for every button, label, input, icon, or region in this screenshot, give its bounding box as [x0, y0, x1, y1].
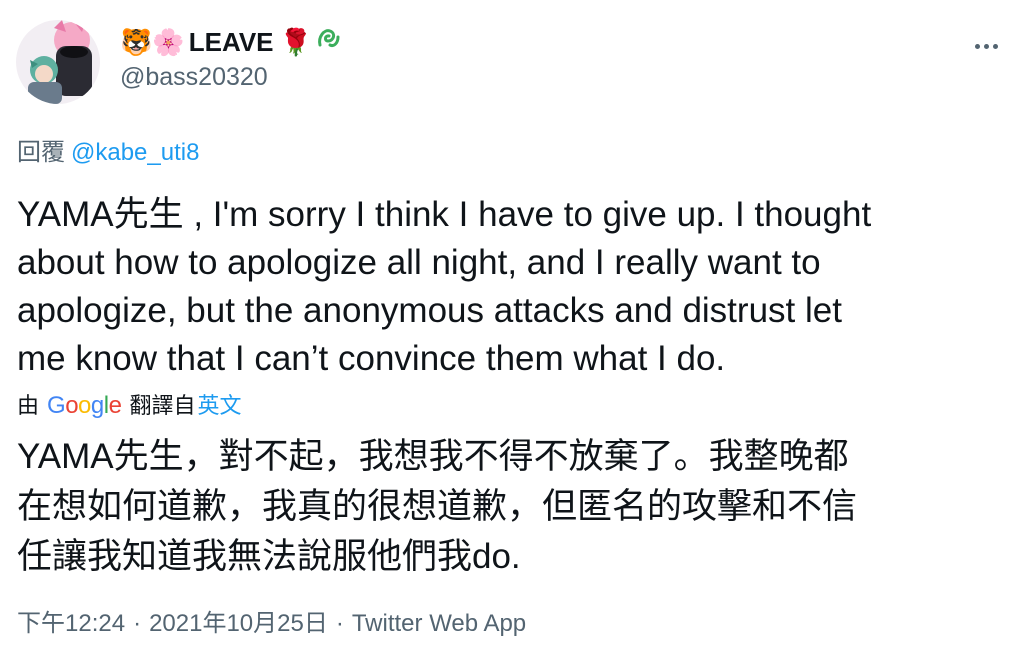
tweet-header: 🐯🌸 LEAVE 🌹 @bass20320 [16, 20, 1008, 104]
author-display-name[interactable]: 🐯🌸 LEAVE 🌹 [120, 24, 342, 60]
google-logo: Google [47, 392, 122, 419]
tweet-text: YAMA先生 , I'm sorry I think I have to giv… [17, 195, 872, 378]
tiger-flower-emoji-icon: 🐯🌸 [120, 27, 185, 57]
meta-separator: · [335, 610, 344, 637]
rose-emoji-icon: 🌹 [279, 27, 312, 57]
source-language-link[interactable]: 英文 [197, 391, 241, 421]
reply-label: 回覆 [17, 139, 65, 166]
more-dots-icon[interactable] [970, 34, 1002, 58]
green-squiggle-icon [316, 24, 342, 60]
dot [983, 43, 989, 49]
tweet-meta: 下午12:24 · 2021年10月25日 · Twitter Web App [17, 608, 526, 640]
reply-mention-link[interactable]: @kabe_uti8 [71, 139, 199, 166]
tweet-date: 2021年10月25日 [149, 610, 328, 637]
tweet-time: 下午12:24 [17, 610, 126, 637]
tweet-client-link[interactable]: Twitter Web App [352, 610, 526, 637]
meta-separator: · [133, 610, 142, 637]
translation-prefix: 由 [17, 393, 40, 418]
author-handle[interactable]: @bass20320 [120, 60, 342, 94]
tweet-time-link[interactable]: 下午12:24 · 2021年10月25日 [17, 610, 328, 637]
dot [992, 43, 998, 49]
translated-text: YAMA先生，對不起，我想我不得不放棄了。我整晚都 在想如何道歉，我真的很想道歉… [17, 437, 858, 576]
author-name-text: LEAVE [188, 27, 274, 57]
dot [974, 43, 980, 49]
translation-suffix: 翻譯自 [129, 393, 196, 418]
tweet: 🐯🌸 LEAVE 🌹 @bass20320 回覆 @kabe_uti8 YAMA先… [0, 0, 1024, 660]
author-info: 🐯🌸 LEAVE 🌹 @bass20320 [120, 24, 342, 100]
avatar-illustration-icon [16, 20, 100, 104]
avatar[interactable] [16, 20, 100, 104]
translation-attribution: 由 Google 翻譯自 英文 [17, 391, 242, 421]
replying-to: 回覆 @kabe_uti8 [17, 138, 199, 168]
